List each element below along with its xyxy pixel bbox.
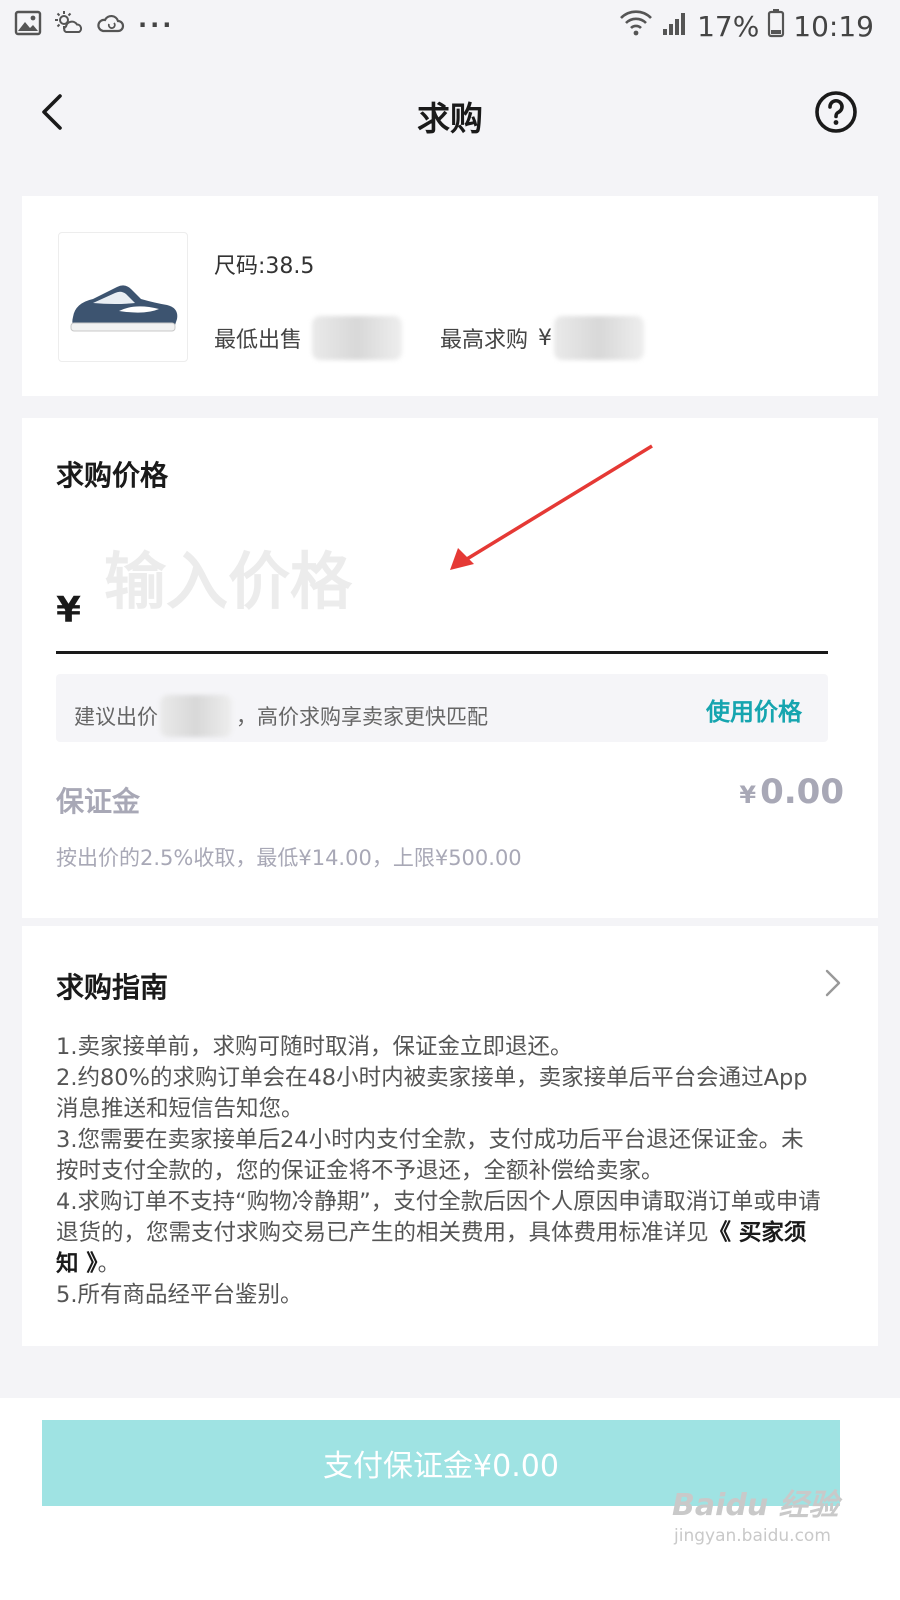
suggest-suffix: ，高价求购享卖家更快匹配 <box>236 705 488 729</box>
guide-item: 4.求购订单不支持“购物冷静期”，支付全款后因个人原因申请取消订单或申请退货的，… <box>56 1187 826 1280</box>
help-circle-icon <box>815 91 857 133</box>
guide-title: 求购指南 <box>56 971 169 1004</box>
clock: 10:19 <box>793 10 874 43</box>
cloud-sync-icon <box>96 10 126 40</box>
deposit-value: 0.00 <box>760 772 844 812</box>
battery-icon <box>767 8 785 45</box>
battery-percent: 17% <box>697 10 760 43</box>
highest-bid-currency: ¥ <box>538 325 553 351</box>
deposit-amount: ¥ 0.00 <box>739 772 844 812</box>
deposit-note: 按出价的2.5%收取，最低¥14.00，上限¥500.00 <box>56 846 522 870</box>
lowest-sell-price: 最低出售 <box>214 316 403 360</box>
guide-item-text: 4.求购订单不支持“购物冷静期”，支付全款后因个人原因申请取消订单或申请退货的，… <box>56 1189 821 1246</box>
sneaker-icon <box>70 285 178 332</box>
chevron-right-icon[interactable] <box>822 968 844 998</box>
use-price-button[interactable]: 使用价格 <box>706 692 802 727</box>
currency-symbol: ¥ <box>56 590 82 631</box>
sneaker-image[interactable] <box>58 232 188 362</box>
bottom-bar: 支付保证金¥0.00 Baidu 经验 jingyan.baidu.com <box>0 1398 900 1600</box>
highest-bid-price: 最高求购 ¥ <box>440 316 645 360</box>
blurred-price <box>554 316 645 360</box>
watermark-logo: Baidu 经验 <box>672 1488 839 1523</box>
guide-item: 2.约80%的求购订单会在48小时内被卖家接单，卖家接单后平台会通过App消息推… <box>56 1065 808 1122</box>
gallery-icon <box>14 10 42 40</box>
guide-item: 1.卖家接单前，求购可随时取消，保证金立即退还。 <box>56 1034 573 1060</box>
suggested-price-text: 建议出价 ，高价求购享卖家更快匹配 <box>74 695 488 737</box>
watermark: Baidu 经验 jingyan.baidu.com <box>672 1480 839 1560</box>
guide-list: 1.卖家接单前，求购可随时取消，保证金立即退还。 2.约80%的求购订单会在48… <box>56 1032 826 1311</box>
nav-bar: 求购 <box>0 60 900 170</box>
deposit-label: 保证金 <box>56 785 141 818</box>
annotation-arrow-icon <box>450 444 653 570</box>
status-left-icons: ··· <box>14 10 174 40</box>
guide-item: 5.所有商品经平台鉴别。 <box>56 1282 303 1308</box>
bid-guide-card[interactable]: 求购指南 1.卖家接单前，求购可随时取消，保证金立即退还。 2.约80%的求购订… <box>22 926 878 1346</box>
deposit-currency: ¥ <box>739 781 757 809</box>
blurred-price <box>160 695 232 737</box>
highest-bid-label: 最高求购 <box>440 328 529 353</box>
more-notifications-icon: ··· <box>138 11 175 39</box>
suggest-prefix: 建议出价 <box>74 705 158 729</box>
bid-price-title: 求购价格 <box>56 459 169 492</box>
help-button[interactable] <box>812 88 860 136</box>
page-title: 求购 <box>417 99 483 138</box>
wifi-icon <box>619 9 653 44</box>
status-bar: ··· 17% 10:19 <box>0 0 900 52</box>
bid-price-card: 求购价格 ¥ 建议出价 ，高价求购享卖家更快匹配 使用价格 保证金 ¥ 0.00… <box>22 418 878 918</box>
suggested-price-bar: 建议出价 ，高价求购享卖家更快匹配 使用价格 <box>56 674 828 742</box>
size-label: 尺码:38.5 <box>214 254 315 279</box>
blurred-price <box>312 316 403 360</box>
guide-item-end: 。 <box>97 1251 121 1277</box>
guide-item: 3.您需要在卖家接单后24小时内支付全款，支付成功后平台退还保证金。未按时支付全… <box>56 1127 804 1184</box>
status-right-icons: 17% 10:19 <box>619 8 874 45</box>
signal-icon <box>661 9 689 44</box>
product-card: 尺码:38.5 最低出售 最高求购 ¥ <box>22 196 878 396</box>
watermark-url: jingyan.baidu.com <box>674 1526 831 1546</box>
lowest-sell-label: 最低出售 <box>214 328 303 353</box>
weather-icon <box>54 10 84 40</box>
